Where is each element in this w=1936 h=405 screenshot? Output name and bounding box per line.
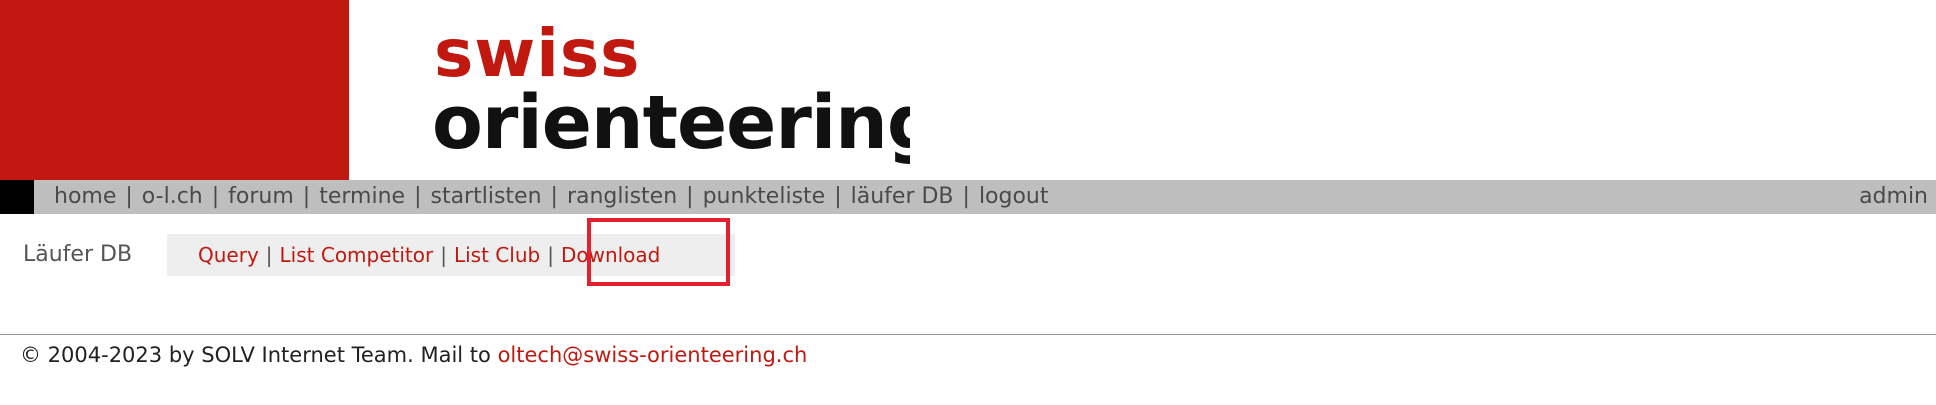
nav-separator: | — [211, 184, 220, 209]
nav-separator: | — [414, 184, 422, 209]
header: swiss orienteering — [0, 0, 1936, 180]
nav-item-o-l-ch[interactable]: o-l.ch — [142, 184, 203, 209]
nav-item-home[interactable]: home — [54, 184, 116, 209]
nav-item-startlisten[interactable]: startlisten — [430, 184, 541, 209]
nav-separator: | — [686, 184, 694, 209]
subnav-list-club-link[interactable]: List Club — [454, 243, 540, 267]
swiss-orienteering-logo[interactable]: swiss orienteering — [430, 12, 910, 172]
nav-separator: | — [302, 184, 311, 209]
subnav-download-link[interactable]: Download — [561, 243, 660, 267]
subnav-menu: Query | List Competitor | List Club | Download — [198, 234, 660, 276]
subnav-separator: | — [265, 243, 273, 267]
logo-graphic: swiss orienteering — [432, 15, 910, 166]
nav-item-laeufer-db[interactable]: läufer DB — [851, 184, 954, 209]
subnav-separator: | — [440, 243, 447, 267]
main-navigation: home | o-l.ch | forum | termine | startlisten | ra… — [0, 180, 1936, 214]
footer-divider — [0, 334, 1936, 335]
nav-item-logout[interactable]: logout — [979, 184, 1049, 209]
nav-separator: | — [125, 184, 133, 209]
sub-navigation: Query | List Competitor | List Club | Download — [167, 234, 735, 276]
nav-item-forum[interactable]: forum — [228, 184, 294, 209]
footer-copyright: © 2004-2023 by SOLV Internet Team. Mail … — [20, 343, 491, 367]
nav-item-admin[interactable]: admin — [1859, 180, 1928, 214]
nav-item-punkteliste[interactable]: punkteliste — [703, 184, 826, 209]
nav-separator: | — [550, 184, 558, 209]
nav-separator: | — [834, 184, 842, 209]
footer-email-link[interactable]: oltech@swiss-orienteering.ch — [498, 343, 808, 367]
nav-item-termine[interactable]: termine — [319, 184, 405, 209]
subnav-list-competitor-link[interactable]: List Competitor — [280, 243, 434, 267]
section-title: Läufer DB — [23, 242, 133, 267]
subnav-query-link[interactable]: Query — [198, 243, 259, 267]
footer: © 2004-2023 by SOLV Internet Team. Mail … — [20, 340, 807, 370]
nav-menu: home | o-l.ch | forum | termine | startlisten | ra… — [54, 180, 1049, 214]
subnav-separator: | — [547, 243, 554, 267]
logo-line-2: orienteering — [432, 80, 910, 166]
nav-black-block — [0, 180, 34, 214]
nav-item-ranglisten[interactable]: ranglisten — [567, 184, 677, 209]
nav-separator: | — [962, 184, 970, 209]
brand-color-block — [0, 0, 349, 180]
